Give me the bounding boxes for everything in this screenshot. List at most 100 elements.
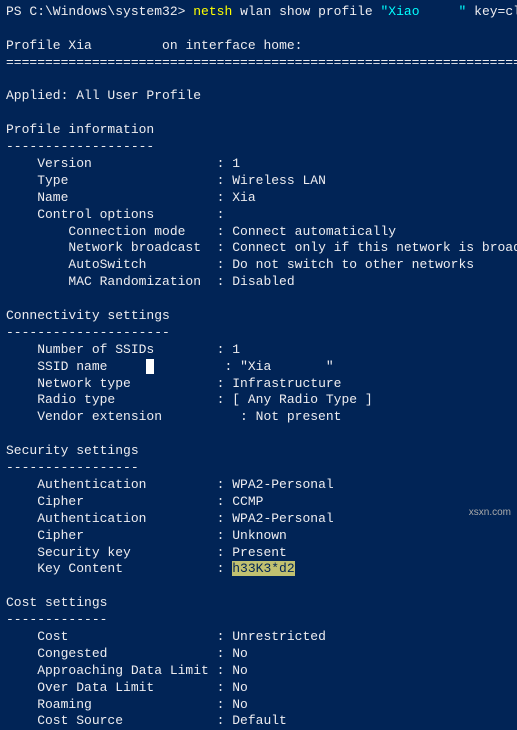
- macrand-label: MAC Randomization :: [6, 274, 232, 289]
- congested-label: Congested :: [6, 646, 232, 661]
- source-label: Cost Source :: [6, 713, 232, 728]
- command-quoted-censored: [420, 4, 459, 19]
- control-row: Control options :: [6, 207, 511, 224]
- approach-label: Approaching Data Limit :: [6, 663, 232, 678]
- version-value: 1: [232, 156, 240, 171]
- keycontent-value: h33K3*d2: [232, 561, 294, 576]
- seckey-value: Present: [232, 545, 287, 560]
- command-args: wlan show profile: [232, 4, 380, 19]
- profile-header-text2: on interface home:: [154, 38, 302, 53]
- profile-info-title: Profile information: [6, 122, 511, 139]
- connection-mode-row: Connection mode : Connect automatically: [6, 224, 511, 241]
- output-blank: [6, 291, 511, 308]
- radio-type-value: [ Any Radio Type ]: [232, 392, 372, 407]
- cost-underline: -------------: [6, 612, 511, 629]
- header-underline: ========================================…: [6, 55, 511, 72]
- name-label: Name :: [6, 190, 232, 205]
- security-title: Security settings: [6, 443, 511, 460]
- profile-header-text: Profile Xia: [6, 38, 92, 53]
- congested-row: Congested : No: [6, 646, 511, 663]
- ps-prompt-text: PS C:\Windows\system32>: [6, 4, 185, 19]
- broadcast-label: Network broadcast :: [6, 240, 232, 255]
- source-value: Default: [232, 713, 287, 728]
- roaming-value: No: [232, 697, 248, 712]
- vendor-ext-label: Vendor extension :: [6, 409, 256, 424]
- version-row: Version : 1: [6, 156, 511, 173]
- ssid-name-row: SSID name : "Xia ": [6, 359, 511, 376]
- command-quoted-arg: "Xiao: [381, 4, 420, 19]
- applied-line: Applied: All User Profile: [6, 88, 511, 105]
- profile-header-line: Profile Xia on interface home:: [6, 38, 511, 55]
- type-value: Wireless LAN: [232, 173, 326, 188]
- auth2-label: Authentication :: [6, 511, 232, 526]
- watermark-text: xsxn.com: [469, 506, 511, 519]
- output-blank: [6, 105, 511, 122]
- seckey-label: Security key :: [6, 545, 232, 560]
- network-type-value: Infrastructure: [232, 376, 341, 391]
- command-tail: key=clear: [466, 4, 517, 19]
- cost-row: Cost : Unrestricted: [6, 629, 511, 646]
- radio-type-row: Radio type : [ Any Radio Type ]: [6, 392, 511, 409]
- cost-label: Cost :: [6, 629, 232, 644]
- name-value: Xia: [232, 190, 255, 205]
- num-ssids-row: Number of SSIDs : 1: [6, 342, 511, 359]
- cipher1-row: Cipher : CCMP: [6, 494, 511, 511]
- roaming-row: Roaming : No: [6, 697, 511, 714]
- output-blank: [6, 72, 511, 89]
- ssid-name-label2: :: [154, 359, 240, 374]
- output-blank: [6, 426, 511, 443]
- ssid-name-value2: ": [326, 359, 334, 374]
- cipher1-label: Cipher :: [6, 494, 232, 509]
- autoswitch-label: AutoSwitch :: [6, 257, 232, 272]
- vendor-ext-value: Not present: [256, 409, 342, 424]
- version-label: Version :: [6, 156, 232, 171]
- over-row: Over Data Limit : No: [6, 680, 511, 697]
- connectivity-underline: ---------------------: [6, 325, 511, 342]
- approach-row: Approaching Data Limit : No: [6, 663, 511, 680]
- roaming-label: Roaming :: [6, 697, 232, 712]
- connectivity-title: Connectivity settings: [6, 308, 511, 325]
- network-type-label: Network type :: [6, 376, 232, 391]
- connection-mode-label: Connection mode :: [6, 224, 232, 239]
- macrand-row: MAC Randomization : Disabled: [6, 274, 511, 291]
- broadcast-row: Network broadcast : Connect only if this…: [6, 240, 511, 257]
- num-ssids-value: 1: [232, 342, 240, 357]
- autoswitch-value: Do not switch to other networks: [232, 257, 474, 272]
- cipher1-value: CCMP: [232, 494, 263, 509]
- cipher2-value: Unknown: [232, 528, 287, 543]
- auth2-row: Authentication : WPA2-Personal: [6, 511, 511, 528]
- autoswitch-row: AutoSwitch : Do not switch to other netw…: [6, 257, 511, 274]
- auth1-value: WPA2-Personal: [232, 477, 333, 492]
- output-blank: [6, 578, 511, 595]
- profile-info-underline: -------------------: [6, 139, 511, 156]
- type-label: Type :: [6, 173, 232, 188]
- seckey-row: Security key : Present: [6, 545, 511, 562]
- radio-type-label: Radio type :: [6, 392, 232, 407]
- cipher2-label: Cipher :: [6, 528, 232, 543]
- security-underline: -----------------: [6, 460, 511, 477]
- over-label: Over Data Limit :: [6, 680, 232, 695]
- vendor-ext-row: Vendor extension : Not present: [6, 409, 511, 426]
- cost-title: Cost settings: [6, 595, 511, 612]
- auth2-value: WPA2-Personal: [232, 511, 333, 526]
- output-blank: [6, 21, 511, 38]
- type-row: Type : Wireless LAN: [6, 173, 511, 190]
- command-prompt-line[interactable]: PS C:\Windows\system32> netsh wlan show …: [6, 4, 511, 21]
- name-censored: [256, 190, 303, 205]
- approach-value: No: [232, 663, 248, 678]
- command-name: netsh: [193, 4, 232, 19]
- congested-value: No: [232, 646, 248, 661]
- network-type-row: Network type : Infrastructure: [6, 376, 511, 393]
- ssid-name-censored: [271, 359, 326, 374]
- keycontent-row: Key Content : h33K3*d2: [6, 561, 511, 578]
- cipher2-row: Cipher : Unknown: [6, 528, 511, 545]
- macrand-value: Disabled: [232, 274, 294, 289]
- ssid-name-label: SSID name: [6, 359, 146, 374]
- source-row: Cost Source : Default: [6, 713, 511, 730]
- over-value: No: [232, 680, 248, 695]
- ssid-name-value: "Xia: [240, 359, 271, 374]
- profile-header-censored: [92, 38, 154, 53]
- connection-mode-value: Connect automatically: [232, 224, 396, 239]
- num-ssids-label: Number of SSIDs :: [6, 342, 232, 357]
- name-row: Name : Xia: [6, 190, 511, 207]
